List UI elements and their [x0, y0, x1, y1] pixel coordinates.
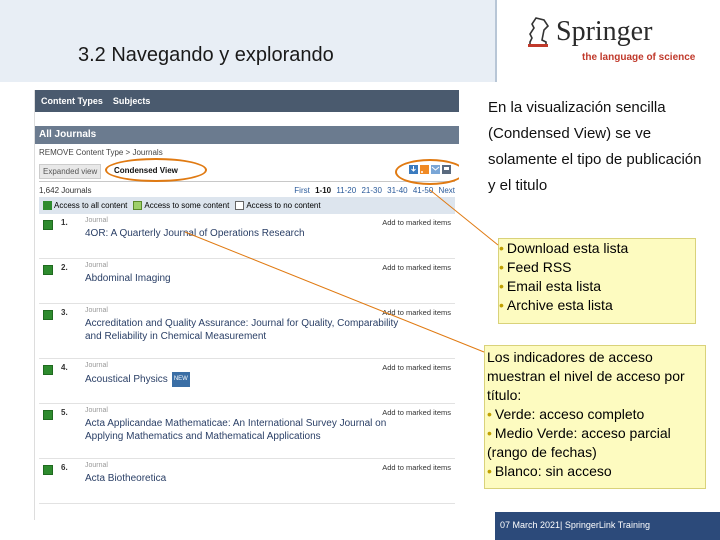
row-type: Journal: [85, 307, 108, 315]
page-21-30[interactable]: 21-30: [361, 186, 381, 195]
access-indicator-icon: [43, 265, 53, 276]
row-type: Journal: [85, 462, 108, 470]
add-to-marked-link[interactable]: Add to marked items: [382, 363, 451, 372]
journal-title-link[interactable]: Acta Biotheoretica: [85, 472, 405, 485]
journal-title-link[interactable]: Acoustical Physics NEW: [85, 372, 405, 388]
journal-title-link[interactable]: Accreditation and Quality Assurance: Jou…: [85, 317, 405, 343]
add-to-marked-link[interactable]: Add to marked items: [382, 218, 451, 227]
access-some-option[interactable]: Access to some content: [133, 201, 229, 211]
page-1-10[interactable]: 1-10: [315, 186, 331, 195]
row-number: 3.: [61, 308, 68, 318]
access-none-icon: [235, 201, 245, 211]
new-badge: NEW: [171, 372, 190, 388]
add-to-marked-link[interactable]: Add to marked items: [382, 463, 451, 472]
access-indicators-callout: Los indicadores de acceso muestran el ni…: [484, 345, 706, 489]
slide-title: 3.2 Navegando y explorando: [78, 44, 334, 66]
callout-item: • Download esta lista: [499, 240, 629, 256]
header-band: [0, 0, 495, 82]
tab-expanded-view[interactable]: Expanded view: [39, 164, 102, 179]
journal-row: 3. Journal Accreditation and Quality Ass…: [39, 304, 455, 360]
access-partial-icon: [133, 201, 143, 211]
access-none-option[interactable]: Access to no content: [235, 201, 321, 211]
condensed-view-highlight: [105, 158, 207, 182]
access-indicator-icon: [43, 310, 53, 321]
row-type: Journal: [85, 407, 108, 415]
page-41-50[interactable]: 41-50: [413, 186, 433, 195]
callout-item: • Archive esta lista: [499, 297, 613, 313]
journal-count: 1,642 Journals: [39, 186, 92, 195]
callout-item: • Medio Verde: acceso parcial (rango de f…: [487, 425, 671, 460]
list-tools-highlight: [395, 159, 459, 185]
view-tabs: Expanded view Condensed View: [39, 158, 459, 185]
add-to-marked-link[interactable]: Add to marked items: [382, 263, 451, 272]
logo-wordmark: Springer: [556, 16, 653, 47]
journal-title-link[interactable]: Abdominal Imaging: [85, 272, 405, 285]
row-number: 2.: [61, 263, 68, 273]
page-next[interactable]: Next: [439, 186, 455, 195]
top-nav: Content Types Subjects: [35, 90, 459, 112]
access-all-option[interactable]: Access to all content: [43, 201, 127, 211]
add-to-marked-link[interactable]: Add to marked items: [382, 408, 451, 417]
remove-filter-link[interactable]: REMOVE Content Type > Journals: [35, 144, 459, 159]
add-to-marked-link[interactable]: Add to marked items: [382, 308, 451, 317]
springer-logo: Springer the language of science: [520, 14, 710, 74]
access-indicator-icon: [43, 465, 53, 476]
access-indicator-icon: [43, 365, 53, 376]
callout-item: • Feed RSS: [499, 259, 572, 275]
callout-item: • Verde: acceso completo: [487, 406, 645, 422]
pagination: 1,642 Journals First 1-10 11-20 21-30 31…: [35, 182, 459, 197]
page-31-40[interactable]: 31-40: [387, 186, 407, 195]
journal-title-link[interactable]: 4OR: A Quarterly Journal of Operations R…: [85, 227, 405, 240]
header-divider: [495, 0, 497, 82]
callout-intro: Los indicadores de acceso muestran el ni…: [487, 349, 685, 403]
journal-row: 1. Journal 4OR: A Quarterly Journal of O…: [39, 214, 455, 260]
callout-item: • Blanco: sin acceso: [487, 463, 612, 479]
chess-knight-logo-icon: [528, 17, 550, 47]
access-indicator-icon: [43, 220, 53, 231]
row-number: 6.: [61, 463, 68, 473]
list-tools-callout: • Download esta lista • Feed RSS • Email es…: [498, 238, 696, 324]
journal-title-link[interactable]: Acta Applicandae Mathematicae: An Intern…: [85, 417, 405, 443]
journal-row: 2. Journal Abdominal Imaging Add to mark…: [39, 259, 455, 305]
page-first[interactable]: First: [294, 186, 310, 195]
row-number: 4.: [61, 363, 68, 373]
access-full-icon: [43, 201, 52, 211]
callout-item: • Email esta lista: [499, 278, 602, 294]
journal-row: 4. Journal Acoustical Physics NEW Add to …: [39, 359, 455, 405]
footer-text: 07 March 2021| SpringerLink Training: [500, 520, 650, 530]
row-type: Journal: [85, 217, 108, 225]
nav-subjects[interactable]: Subjects: [113, 96, 151, 106]
row-type: Journal: [85, 262, 108, 270]
page-links: First 1-10 11-20 21-30 31-40 41-50 Next: [291, 186, 455, 195]
row-number: 1.: [61, 218, 68, 228]
journal-row: 6. Journal Acta Biotheoretica Add to mar…: [39, 459, 455, 505]
nav-content-types[interactable]: Content Types: [41, 96, 103, 106]
section-heading: All Journals: [35, 126, 459, 144]
journal-row: 5. Journal Acta Applicandae Mathematicae…: [39, 404, 455, 460]
access-indicator-icon: [43, 410, 53, 421]
access-filter: Access to all content Access to some con…: [39, 197, 455, 215]
page-11-20[interactable]: 11-20: [336, 186, 356, 195]
condensed-view-note: En la visualización sencilla (Condensed …: [488, 99, 702, 194]
springerlink-screenshot: Content Types Subjects All Journals REMO…: [34, 90, 459, 520]
row-type: Journal: [85, 362, 108, 370]
logo-tagline: the language of science: [582, 52, 696, 63]
row-number: 5.: [61, 408, 68, 418]
